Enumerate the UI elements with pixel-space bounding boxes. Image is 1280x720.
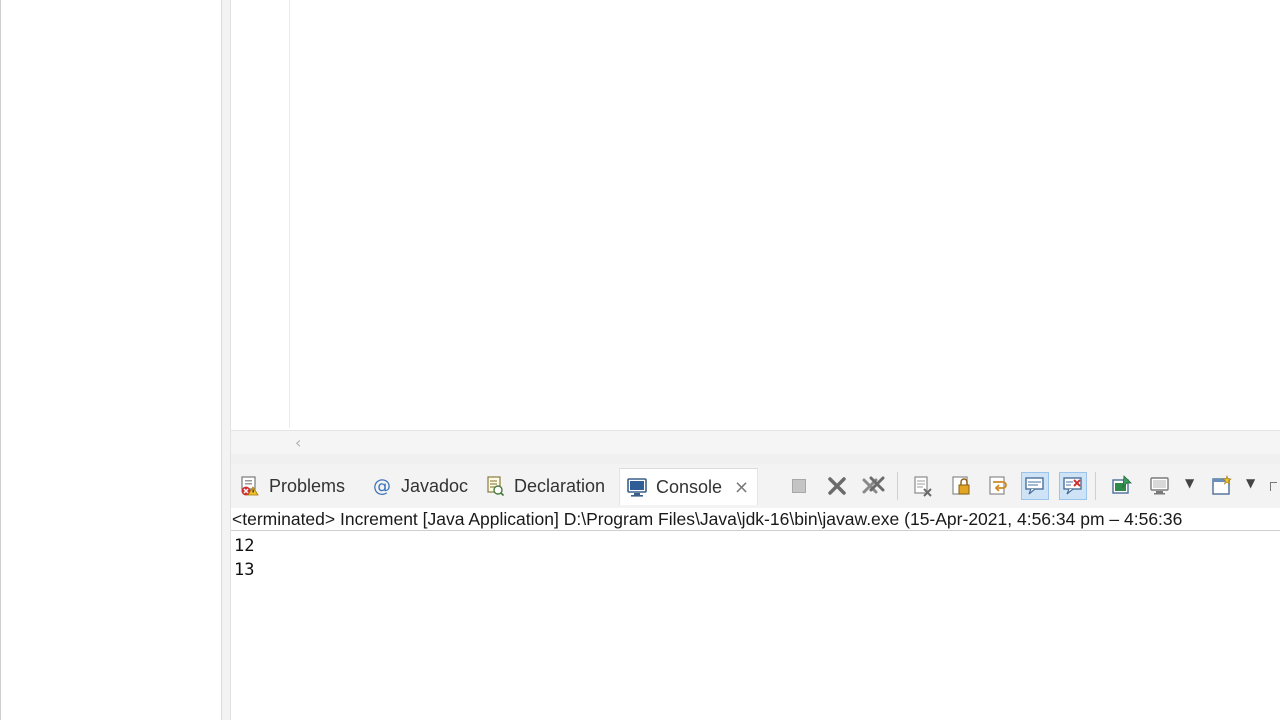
toolbar-separator bbox=[1095, 472, 1096, 500]
output-line: 12 bbox=[234, 536, 255, 556]
at-icon: @ bbox=[373, 475, 391, 497]
terminate-button[interactable] bbox=[785, 472, 813, 500]
tab-console-label: Console bbox=[656, 476, 723, 497]
view-sash[interactable] bbox=[231, 454, 1280, 464]
show-console-on-stderr-button[interactable] bbox=[1059, 472, 1087, 500]
clear-console-icon bbox=[914, 476, 932, 497]
open-console-button[interactable] bbox=[1208, 472, 1236, 500]
scroll-lock-icon bbox=[952, 476, 970, 495]
declaration-icon bbox=[484, 475, 506, 497]
view-tab-bar: Problems @ Javadoc Declaration Console ⨯… bbox=[231, 464, 1280, 508]
clear-console-button[interactable] bbox=[909, 472, 937, 500]
tab-declaration[interactable]: Declaration bbox=[478, 468, 611, 504]
word-wrap-button[interactable] bbox=[984, 472, 1012, 500]
tab-javadoc-label: Javadoc bbox=[401, 475, 469, 496]
pin-console-button[interactable] bbox=[1108, 472, 1136, 500]
package-explorer-pane bbox=[0, 0, 222, 720]
show-console-on-stdout-button[interactable] bbox=[1021, 472, 1049, 500]
scroll-left-arrow-icon[interactable]: ‹ bbox=[295, 433, 301, 452]
display-selected-console-button[interactable] bbox=[1146, 472, 1174, 500]
editor-left-margin bbox=[222, 0, 231, 720]
remove-all-icon bbox=[862, 476, 885, 494]
tab-problems[interactable]: Problems bbox=[233, 468, 351, 504]
tab-declaration-label: Declaration bbox=[514, 475, 606, 496]
editor-horizontal-scrollbar[interactable]: ‹ bbox=[231, 430, 1280, 455]
tab-problems-label: Problems bbox=[269, 475, 346, 496]
close-icon[interactable]: ⨯ bbox=[734, 477, 749, 498]
tab-javadoc[interactable]: @ Javadoc bbox=[365, 468, 474, 504]
overview-ruler bbox=[231, 0, 249, 428]
display-console-icon bbox=[1150, 477, 1169, 495]
chevron-down-icon[interactable]: ▼ bbox=[1246, 476, 1255, 490]
show-on-error-icon bbox=[1063, 477, 1082, 495]
view-menu-icon bbox=[1269, 481, 1277, 491]
remove-x-icon bbox=[828, 477, 846, 495]
console-view: Problems @ Javadoc Declaration Console ⨯… bbox=[231, 464, 1280, 720]
output-line: 13 bbox=[234, 560, 255, 580]
console-icon bbox=[626, 476, 648, 498]
code-editor[interactable] bbox=[231, 0, 1280, 430]
word-wrap-icon bbox=[989, 476, 1007, 495]
left-pane-edge bbox=[0, 0, 1, 720]
problems-icon bbox=[239, 475, 261, 497]
show-on-output-icon bbox=[1025, 477, 1044, 495]
tab-console[interactable]: Console ⨯ bbox=[619, 468, 759, 505]
scroll-lock-button[interactable] bbox=[947, 472, 975, 500]
chevron-down-icon[interactable]: ▼ bbox=[1185, 476, 1194, 490]
toolbar-separator bbox=[897, 472, 898, 500]
remove-all-terminated-button[interactable] bbox=[860, 472, 888, 500]
remove-launch-button[interactable] bbox=[823, 472, 851, 500]
console-status-line: <terminated> Increment [Java Application… bbox=[231, 508, 1280, 531]
line-number-gutter bbox=[249, 0, 290, 428]
pin-console-icon bbox=[1112, 475, 1132, 494]
open-console-icon bbox=[1212, 475, 1232, 495]
console-output[interactable]: 12 13 bbox=[234, 534, 254, 582]
view-menu-button[interactable] bbox=[1265, 472, 1280, 500]
stop-icon bbox=[792, 479, 806, 493]
editor-text-area[interactable] bbox=[290, 0, 1280, 428]
